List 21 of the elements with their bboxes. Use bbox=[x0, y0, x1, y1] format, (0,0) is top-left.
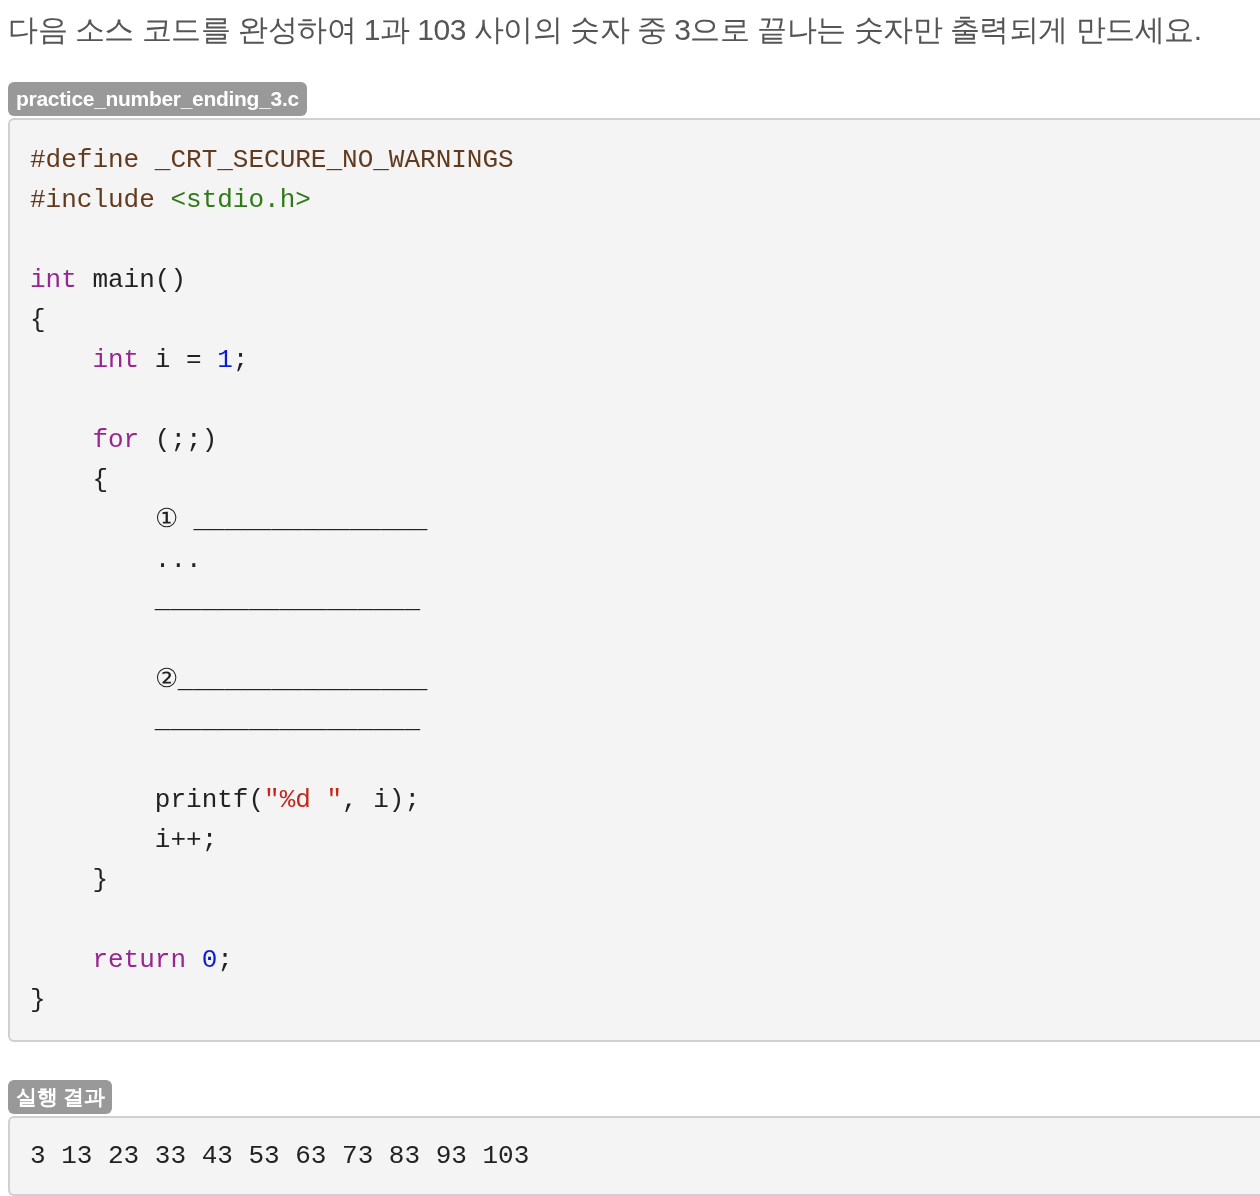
code-line: ① _______________ bbox=[153, 504, 428, 537]
code-line: ②________________ bbox=[153, 664, 428, 697]
question-text: 다음 소스 코드를 완성하여 1과 103 사이의 숫자 중 3으로 끝나는 숫자만 출력되게 만드세요. bbox=[8, 12, 1203, 48]
code-line: _________________ bbox=[153, 704, 421, 737]
code-line: _________________ bbox=[153, 584, 421, 617]
code-line: int i = 1; bbox=[91, 344, 249, 377]
code-line: #include <stdio.h> bbox=[30, 184, 311, 217]
code-line: printf("%d ", i); bbox=[153, 784, 421, 817]
code-line: #define _CRT_SECURE_NO_WARNINGS bbox=[30, 144, 514, 177]
code-line: } bbox=[91, 864, 108, 897]
file-name-label: practice_number_ending_3.c bbox=[8, 82, 307, 116]
code-line: { bbox=[30, 304, 46, 337]
code-line: } bbox=[30, 984, 46, 1017]
code-line: i++; bbox=[153, 824, 218, 857]
code-line: { bbox=[91, 464, 108, 497]
code-line: for (;;) bbox=[91, 424, 218, 457]
code-line: int main() bbox=[30, 264, 187, 297]
output-text: 3 13 23 33 43 53 63 73 83 93 103 bbox=[30, 1140, 530, 1173]
result-label: 실행 결과 bbox=[8, 1080, 113, 1114]
code-line: return 0; bbox=[91, 944, 233, 977]
code-line: ... bbox=[153, 544, 202, 577]
